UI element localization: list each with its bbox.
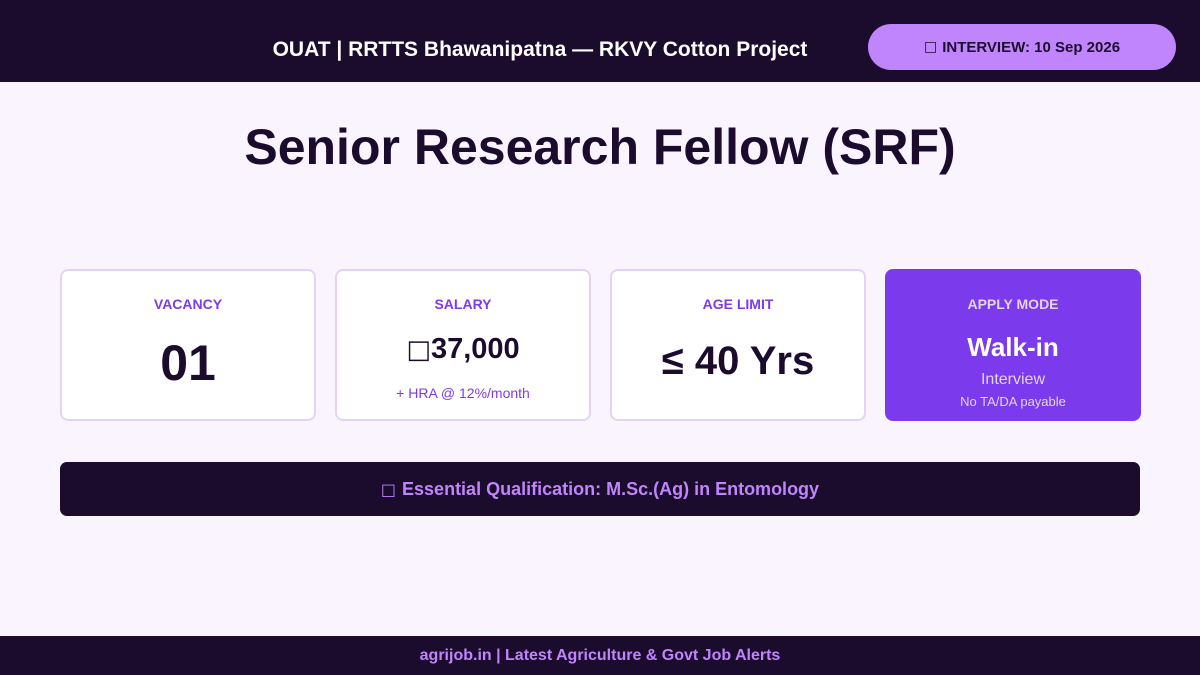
salary-card: SALARY □37,000 + HRA @ 12%/month xyxy=(335,269,591,421)
interview-date-label: INTERVIEW: 10 Sep 2026 xyxy=(942,38,1121,56)
post-title: Senior Research Fellow (SRF) xyxy=(244,119,956,175)
graduation-cap-icon: □ xyxy=(380,479,397,499)
footer: agrijob.in | Latest Agriculture & Govt J… xyxy=(0,636,1200,675)
age-limit-card: AGE LIMIT ≤ 40 Yrs xyxy=(610,269,866,421)
age-limit-label: AGE LIMIT xyxy=(702,296,774,312)
vacancy-value: 01 xyxy=(160,335,216,391)
vacancy-card: VACANCY 01 xyxy=(60,269,316,421)
qualification-banner: □ Essential Qualification: M.Sc.(Ag) in … xyxy=(60,462,1140,516)
apply-mode-label: APPLY MODE xyxy=(967,296,1059,312)
salary-label: SALARY xyxy=(434,296,492,312)
footer-text: agrijob.in | Latest Agriculture & Govt J… xyxy=(419,646,781,664)
calendar-icon: □ xyxy=(923,39,938,55)
qualification-text: Essential Qualification: M.Sc.(Ag) in En… xyxy=(402,478,820,499)
salary-value: □37,000 xyxy=(337,333,589,366)
apply-mode-note: No TA/DA payable xyxy=(960,394,1066,409)
vacancy-label: VACANCY xyxy=(153,296,223,312)
top-bar: OUAT | RRTTS Bhawanipatna — RKVY Cotton … xyxy=(0,0,1200,82)
apply-mode-value: Walk-in xyxy=(967,332,1059,362)
salary-amount: 37,000 xyxy=(430,333,520,365)
interview-date-badge: □ INTERVIEW: 10 Sep 2026 xyxy=(868,24,1176,70)
rupee-icon: □ xyxy=(406,335,431,365)
apply-mode-card: APPLY MODE Walk-in Interview No TA/DA pa… xyxy=(885,269,1141,421)
age-limit-value: ≤ 40 Yrs xyxy=(661,339,815,383)
apply-mode-sub: Interview xyxy=(980,371,1046,388)
salary-note: + HRA @ 12%/month xyxy=(396,385,530,401)
